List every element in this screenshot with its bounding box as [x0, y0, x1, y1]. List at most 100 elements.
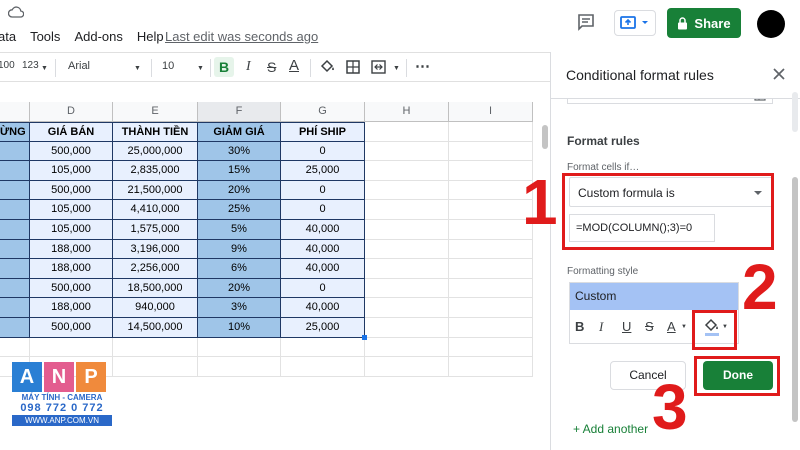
- merge-cells-icon[interactable]: [370, 59, 388, 75]
- table-cell[interactable]: 500,000: [30, 180, 113, 201]
- font-select[interactable]: Arial: [68, 60, 90, 72]
- table-cell[interactable]: 0: [281, 200, 365, 220]
- table-cell[interactable]: 25,000,000: [113, 141, 198, 162]
- number-format-select[interactable]: 123: [22, 60, 39, 71]
- table-cell[interactable]: [365, 278, 449, 299]
- table-cell[interactable]: [0, 180, 30, 201]
- table-cell[interactable]: 188,000: [30, 259, 113, 279]
- table-cell[interactable]: [198, 337, 281, 358]
- style-strikethrough-button[interactable]: S: [645, 319, 654, 334]
- column-header-c[interactable]: [0, 102, 30, 122]
- table-cell[interactable]: [365, 220, 449, 240]
- table-cell[interactable]: [281, 337, 365, 358]
- table-cell[interactable]: [365, 318, 449, 338]
- column-header-i[interactable]: I: [449, 102, 533, 122]
- panel-scrollbar[interactable]: [792, 177, 798, 422]
- table-cell[interactable]: [365, 180, 449, 201]
- table-cell[interactable]: [0, 200, 30, 220]
- style-italic-button[interactable]: I: [599, 319, 603, 335]
- column-header-g[interactable]: G: [281, 102, 365, 122]
- table-cell[interactable]: 30%: [198, 141, 281, 162]
- zoom-select[interactable]: 100: [0, 60, 15, 71]
- table-cell[interactable]: [0, 318, 30, 338]
- table-cell[interactable]: 105,000: [30, 200, 113, 220]
- header-cell[interactable]: GIẢM GIÁ: [198, 122, 281, 142]
- strikethrough-button[interactable]: S: [267, 59, 276, 75]
- table-cell[interactable]: [365, 161, 449, 181]
- table-cell[interactable]: 4,410,000: [113, 200, 198, 220]
- table-cell[interactable]: 500,000: [30, 278, 113, 299]
- add-another-rule-link[interactable]: + Add another: [573, 422, 648, 436]
- table-cell[interactable]: [365, 357, 449, 377]
- table-cell[interactable]: [449, 357, 533, 377]
- header-cell[interactable]: [449, 122, 533, 142]
- column-header-f[interactable]: F: [198, 102, 281, 122]
- table-cell[interactable]: 3,196,000: [113, 239, 198, 260]
- vertical-scrollbar[interactable]: [542, 125, 548, 149]
- table-cell[interactable]: [449, 239, 533, 260]
- share-button[interactable]: Share: [667, 8, 741, 38]
- table-cell[interactable]: [365, 239, 449, 260]
- table-cell[interactable]: [0, 337, 30, 358]
- table-cell[interactable]: 1,575,000: [113, 220, 198, 240]
- table-cell[interactable]: 188,000: [30, 298, 113, 318]
- table-cell[interactable]: [449, 200, 533, 220]
- fill-color-icon[interactable]: [319, 59, 335, 75]
- header-cell[interactable]: PHÍ SHIP: [281, 122, 365, 142]
- close-icon[interactable]: [772, 67, 786, 81]
- table-cell[interactable]: [0, 239, 30, 260]
- style-bold-button[interactable]: B: [575, 319, 584, 334]
- header-cell[interactable]: GIÁ BÁN: [30, 122, 113, 142]
- table-cell[interactable]: [365, 298, 449, 318]
- table-cell[interactable]: [30, 337, 113, 358]
- table-cell[interactable]: 18,500,000: [113, 278, 198, 299]
- table-cell[interactable]: 40,000: [281, 220, 365, 240]
- italic-button[interactable]: I: [246, 59, 251, 75]
- table-cell[interactable]: 500,000: [30, 318, 113, 338]
- table-cell[interactable]: [449, 337, 533, 358]
- table-cell[interactable]: 3%: [198, 298, 281, 318]
- menu-add-ons[interactable]: Add-ons: [74, 29, 122, 47]
- header-cell[interactable]: ỪNG: [0, 122, 30, 142]
- table-cell[interactable]: 10%: [198, 318, 281, 338]
- table-cell[interactable]: 2,835,000: [113, 161, 198, 181]
- last-edit-link[interactable]: Last edit was seconds ago: [165, 29, 318, 44]
- text-color-button[interactable]: A: [289, 57, 299, 74]
- present-button[interactable]: [614, 10, 656, 36]
- table-cell[interactable]: 6%: [198, 259, 281, 279]
- table-cell[interactable]: [449, 278, 533, 299]
- borders-icon[interactable]: [345, 59, 361, 75]
- table-cell[interactable]: [0, 278, 30, 299]
- table-cell[interactable]: 40,000: [281, 239, 365, 260]
- table-cell[interactable]: [0, 259, 30, 279]
- table-cell[interactable]: 188,000: [30, 239, 113, 260]
- style-preview[interactable]: Custom: [570, 283, 738, 310]
- header-cell[interactable]: [365, 122, 449, 142]
- table-cell[interactable]: 40,000: [281, 259, 365, 279]
- comment-history-icon[interactable]: [577, 13, 595, 31]
- table-cell[interactable]: [449, 318, 533, 338]
- table-cell[interactable]: 20%: [198, 278, 281, 299]
- menu-data[interactable]: ata: [0, 29, 16, 47]
- table-cell[interactable]: 105,000: [30, 220, 113, 240]
- bold-button[interactable]: B: [219, 59, 229, 75]
- more-options-icon[interactable]: ⋯: [415, 57, 430, 75]
- table-cell[interactable]: [365, 141, 449, 162]
- table-cell[interactable]: [449, 141, 533, 162]
- table-cell[interactable]: 2,256,000: [113, 259, 198, 279]
- table-cell[interactable]: [281, 357, 365, 377]
- panel-scrollbar-track[interactable]: [792, 92, 798, 132]
- table-cell[interactable]: [365, 337, 449, 358]
- table-cell[interactable]: [113, 337, 198, 358]
- table-cell[interactable]: [449, 161, 533, 181]
- table-cell[interactable]: [198, 357, 281, 377]
- table-cell[interactable]: 0: [281, 180, 365, 201]
- table-cell[interactable]: 25,000: [281, 318, 365, 338]
- table-cell[interactable]: [365, 200, 449, 220]
- table-cell[interactable]: 40,000: [281, 298, 365, 318]
- menu-help[interactable]: Help: [137, 29, 164, 47]
- table-cell[interactable]: 14,500,000: [113, 318, 198, 338]
- table-cell[interactable]: [0, 298, 30, 318]
- table-cell[interactable]: [0, 220, 30, 240]
- table-cell[interactable]: [449, 180, 533, 201]
